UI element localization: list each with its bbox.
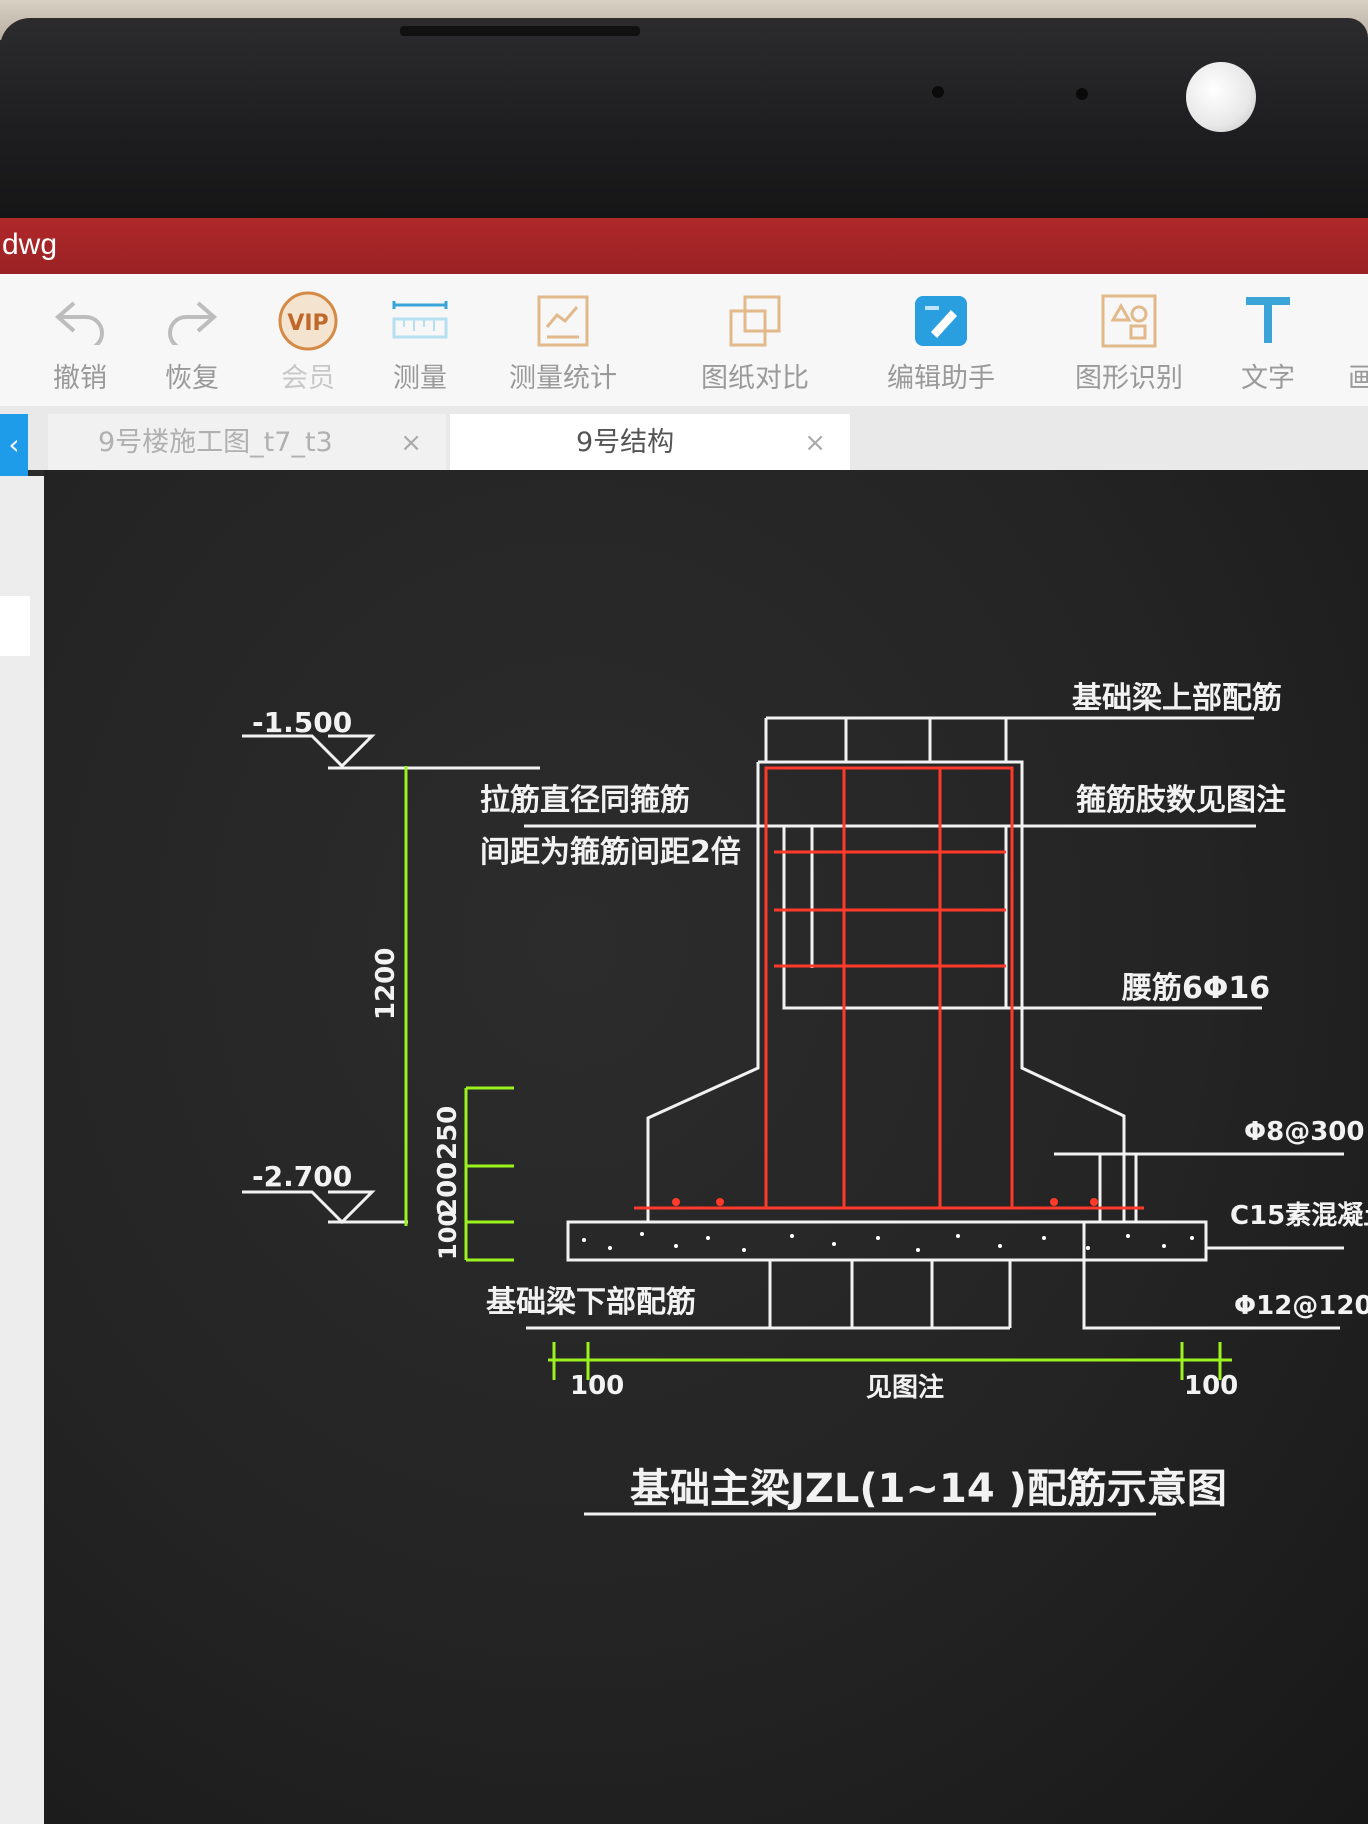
dim-200: 200	[433, 1162, 463, 1216]
shape-recognition-label: 图形识别	[1075, 363, 1183, 394]
dim-100: 100	[434, 1210, 462, 1260]
tab-label: 9号楼施工图_t7_t3	[98, 427, 333, 458]
rebar-dots	[672, 1198, 1098, 1206]
dim-250: 250	[433, 1106, 463, 1160]
shape-recognition-icon	[1097, 290, 1161, 352]
measure-stats-icon	[531, 290, 595, 352]
undo-button[interactable]: 撤销	[40, 290, 120, 395]
laptop-bezel	[0, 18, 1368, 218]
shape-recognition-button[interactable]: 图形识别	[1064, 290, 1194, 395]
measure-label: 测量	[393, 363, 447, 394]
label-top-bar: 基础梁上部配筋	[1072, 681, 1282, 716]
drawing-title: 基础主梁JZL(1~14 )配筋示意图	[630, 1466, 1227, 1512]
vip-button[interactable]: VIP 会员	[268, 290, 348, 395]
tab-drawing-1[interactable]: 9号楼施工图_t7_t3 ×	[48, 414, 446, 472]
elevation-bottom: -2.700	[252, 1160, 352, 1193]
label-tie-2: 间距为箍筋间距2倍	[480, 835, 741, 870]
draw-button[interactable]: 画	[1348, 290, 1368, 395]
label-waist-bar: 腰筋6Φ16	[1122, 971, 1270, 1006]
rebar-red	[634, 766, 1144, 1210]
measure-stats-label: 测量统计	[509, 363, 617, 394]
bezel-hinge	[400, 26, 640, 36]
camera-icon	[1186, 62, 1256, 132]
left-side-panel	[0, 476, 44, 1824]
measure-icon	[388, 290, 452, 352]
sensor-dot	[1076, 88, 1088, 100]
sensor-dot	[932, 86, 944, 98]
drawing-annotations: -1.500 -2.700 基础梁上部配筋 箍筋肢数见图注 拉筋直径同箍筋 间距…	[252, 681, 1368, 1512]
label-c15: C15素混凝土垫层	[1230, 1201, 1368, 1231]
dim-100-left: 100	[570, 1371, 624, 1401]
toolbar: 撤销 恢复 VIP 会员 测量 测量统计 图纸对比 编辑助手 图形识别 文字 画	[0, 274, 1368, 406]
measure-button[interactable]: 测量	[380, 290, 460, 395]
undo-label: 撤销	[53, 363, 107, 394]
dim-mid: 见图注	[866, 1372, 944, 1403]
collapse-panel-button[interactable]: ‹	[0, 414, 28, 476]
compare-icon	[723, 290, 787, 352]
measure-stats-button[interactable]: 测量统计	[498, 290, 628, 395]
label-phi8: Φ8@300	[1244, 1117, 1364, 1147]
redo-icon	[160, 290, 224, 352]
elevation-top: -1.500	[252, 706, 352, 739]
vip-icon: VIP	[276, 290, 340, 352]
tab-drawing-2[interactable]: 9号结构 ×	[450, 414, 850, 472]
title-bar: dwg	[0, 218, 1368, 274]
label-phi12: Φ12@120	[1234, 1291, 1368, 1321]
redo-button[interactable]: 恢复	[152, 290, 232, 395]
compare-label: 图纸对比	[701, 363, 809, 394]
vip-badge-text: VIP	[287, 311, 328, 336]
side-panel-item[interactable]	[0, 596, 30, 656]
window-title: dwg	[2, 228, 58, 261]
edit-assistant-icon	[909, 290, 973, 352]
edit-assistant-button[interactable]: 编辑助手	[876, 290, 1006, 395]
edit-assistant-label: 编辑助手	[887, 363, 995, 394]
text-icon	[1236, 290, 1300, 352]
label-tie-1: 拉筋直径同箍筋	[480, 783, 690, 818]
close-icon[interactable]: ×	[804, 414, 826, 472]
draw-label: 画	[1348, 363, 1368, 394]
label-stirrup: 箍筋肢数见图注	[1076, 783, 1286, 818]
draw-icon	[1358, 290, 1368, 352]
close-icon[interactable]: ×	[400, 414, 422, 472]
chevron-left-icon: ‹	[8, 428, 20, 461]
label-bottom-bar: 基础梁下部配筋	[486, 1285, 696, 1320]
text-button[interactable]: 文字	[1228, 290, 1308, 395]
compare-button[interactable]: 图纸对比	[690, 290, 820, 395]
undo-icon	[48, 290, 112, 352]
dim-100-right: 100	[1184, 1371, 1238, 1401]
drawing-canvas[interactable]: -1.500 -2.700 基础梁上部配筋 箍筋肢数见图注 拉筋直径同箍筋 间距…	[44, 470, 1368, 1824]
concrete-hatch	[582, 1232, 1194, 1252]
redo-label: 恢复	[165, 363, 219, 394]
dim-1200: 1200	[371, 948, 401, 1020]
text-label: 文字	[1241, 363, 1295, 394]
vip-label: 会员	[281, 363, 335, 394]
tab-label: 9号结构	[576, 427, 675, 458]
